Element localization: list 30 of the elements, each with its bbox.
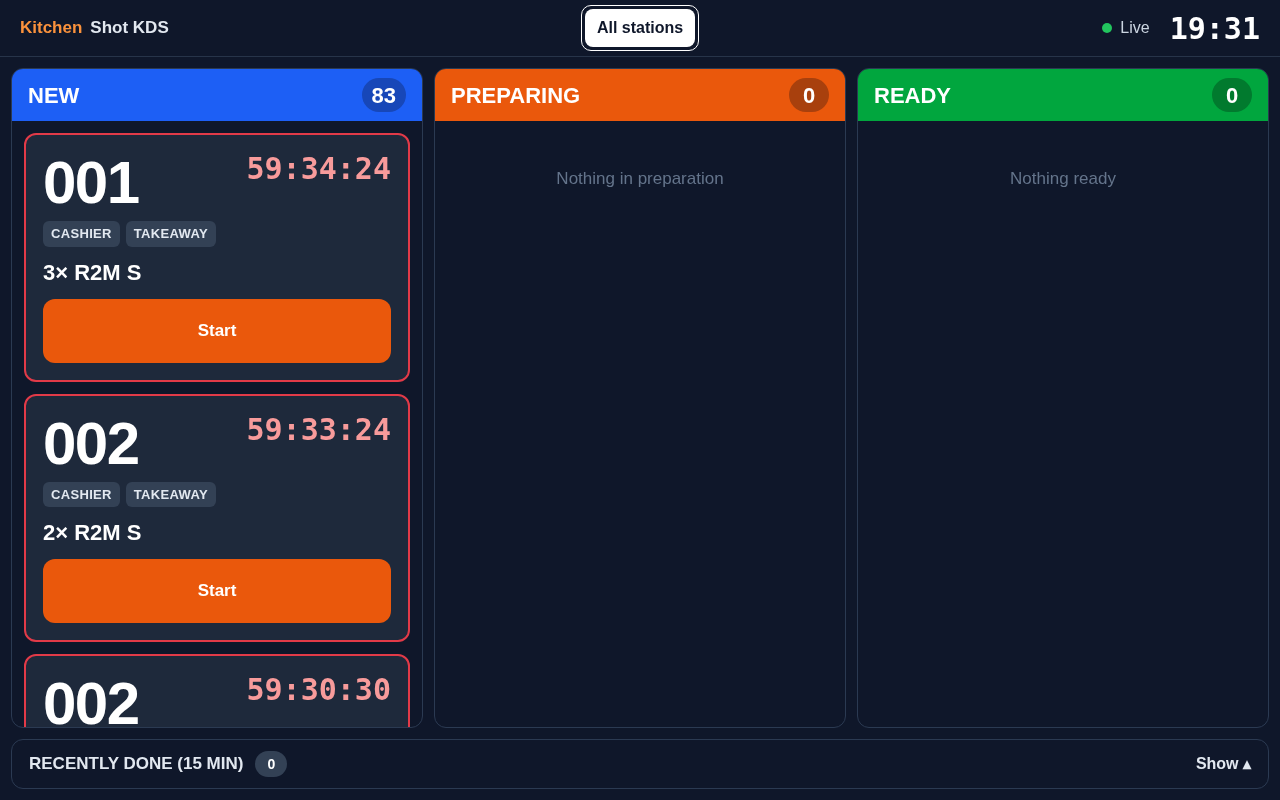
order-timer: 59:30:30	[246, 672, 391, 708]
count-badge: 0	[1212, 78, 1252, 112]
count-badge: 0	[789, 78, 829, 112]
brand-name: Shot KDS	[90, 17, 169, 40]
column-title: PREPARING	[451, 81, 581, 110]
count-badge: 0	[255, 751, 288, 777]
order-tag: TAKEAWAY	[125, 221, 216, 247]
column-title: READY	[874, 81, 951, 110]
start-button[interactable]: Start	[43, 559, 391, 623]
start-button[interactable]: Start	[43, 298, 391, 363]
order-item: 2× R2M S	[43, 519, 143, 547]
empty-message: Nothing ready	[1009, 168, 1117, 190]
order-number: 002	[43, 672, 139, 727]
order-tag: CASHIER	[43, 221, 120, 247]
column-title: NEW	[28, 81, 80, 110]
count-badge: 83	[361, 78, 406, 112]
station-filter-button[interactable]: All stations	[584, 9, 696, 47]
order-number: 001	[43, 151, 139, 215]
recently-done-title: RECENTLY DONE (15 MIN)	[29, 753, 244, 776]
order-tag: CASHIER	[43, 481, 120, 507]
order-timer: 59:34:24	[246, 151, 391, 187]
order-number: 002	[43, 411, 139, 476]
order-tag: TAKEAWAY	[125, 481, 216, 507]
clock: 19:31	[1169, 9, 1260, 48]
show-toggle[interactable]: Show ▴	[1195, 752, 1251, 776]
empty-message: Nothing in preparation	[555, 168, 725, 190]
order-timer: 59:33:24	[246, 411, 391, 448]
live-status: Live	[1120, 18, 1150, 38]
brand-accent: Kitchen	[20, 17, 83, 40]
order-item: 3× R2M S	[43, 258, 143, 287]
